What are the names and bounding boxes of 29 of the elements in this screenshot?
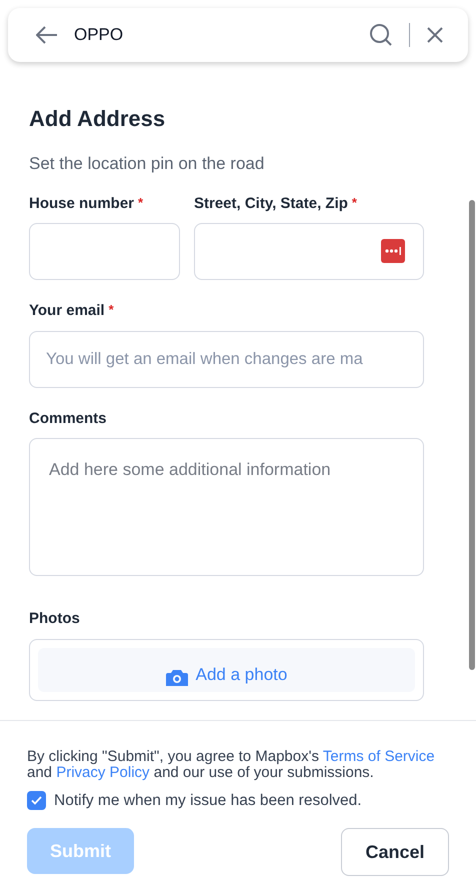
terms-link[interactable]: Terms of Service (322, 748, 435, 765)
consent-text: By clicking "Submit", you agree to Mapbox's Terms of Service and Privacy Policy and our use of your submissions. (27, 748, 436, 781)
field-label: Comments (29, 408, 107, 428)
notify-label: Notify me when my issue has been resolved. (54, 790, 362, 811)
form-subtitle: Set the location pin on the road (29, 153, 266, 175)
privacy-link[interactable]: Privacy Policy (56, 764, 150, 781)
photo-upload-area[interactable]: Add a photo (29, 638, 424, 700)
password-manager-icon[interactable] (381, 239, 405, 263)
photos-label: Photos (29, 609, 81, 629)
field-label: House number (29, 194, 134, 214)
required-asterisk: * (108, 301, 114, 319)
cancel-button[interactable]: Cancel (341, 828, 449, 876)
required-asterisk: * (138, 194, 144, 212)
notify-checkbox[interactable] (27, 790, 46, 810)
check-icon (31, 796, 42, 805)
field-label: Your email (29, 301, 105, 321)
input-field[interactable] (29, 223, 180, 280)
input-field[interactable]: You will get an email when changes are ma (29, 330, 424, 388)
add-photo-link[interactable]: Add a photo (196, 662, 288, 688)
field-label: Street, City, State, Zip (194, 194, 348, 214)
search-text[interactable]: OPPO (74, 22, 369, 48)
form-title: Add Address (29, 105, 166, 133)
input-field[interactable] (194, 223, 424, 280)
back-arrow-icon[interactable] (36, 26, 58, 44)
camera-icon (166, 668, 188, 688)
comments-field[interactable]: Add here some additional information (29, 438, 424, 576)
search-icon[interactable] (369, 23, 393, 47)
close-icon[interactable] (426, 26, 444, 44)
required-asterisk: * (352, 194, 357, 212)
